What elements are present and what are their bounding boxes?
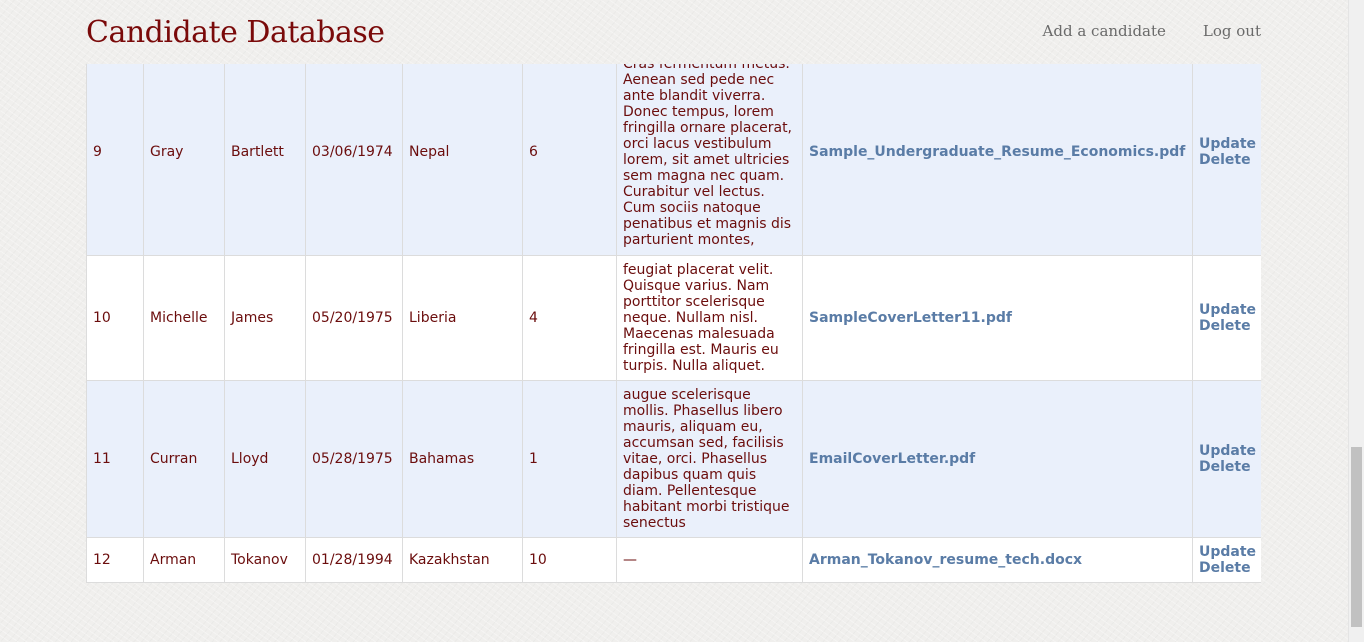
cell-file: Arman_Tokanov_resume_tech.docx xyxy=(802,537,1193,583)
cell-file: SampleCoverLetter11.pdf xyxy=(802,255,1193,381)
cell-dob: 05/20/1975 xyxy=(305,255,403,381)
cell-dob: 05/28/1975 xyxy=(305,380,403,538)
cell-experience: 1 xyxy=(522,380,617,538)
cell-country: Liberia xyxy=(402,255,523,381)
cell-id: 12 xyxy=(86,537,144,583)
cell-id: 11 xyxy=(86,380,144,538)
delete-link[interactable]: Delete xyxy=(1199,459,1255,475)
update-link[interactable]: Update xyxy=(1199,443,1256,459)
cell-bio: feugiat placerat velit. Quisque varius. … xyxy=(616,255,803,381)
update-link[interactable]: Update xyxy=(1199,136,1256,152)
candidates-table-viewport: 9 Gray Bartlett 03/06/1974 Nepal 6 Cras … xyxy=(86,64,1261,594)
cell-file: Sample_Undergraduate_Resume_Economics.pd… xyxy=(802,64,1193,256)
cell-actions: Update Delete xyxy=(1192,64,1261,256)
cell-experience: 6 xyxy=(522,64,617,256)
cell-first-name: Arman xyxy=(143,537,225,583)
logout-link[interactable]: Log out xyxy=(1203,22,1261,40)
cell-experience: 4 xyxy=(522,255,617,381)
candidates-table: 9 Gray Bartlett 03/06/1974 Nepal 6 Cras … xyxy=(86,64,1261,583)
table-row: 9 Gray Bartlett 03/06/1974 Nepal 6 Cras … xyxy=(86,64,1261,256)
page-header: Candidate Database Add a candidate Log o… xyxy=(0,0,1348,64)
table-row: 11 Curran Lloyd 05/28/1975 Bahamas 1 aug… xyxy=(86,380,1261,538)
cell-last-name: Lloyd xyxy=(224,380,306,538)
add-candidate-link[interactable]: Add a candidate xyxy=(1043,22,1166,40)
cell-id: 9 xyxy=(86,64,144,256)
vertical-scrollbar[interactable] xyxy=(1348,0,1364,642)
scrollbar-thumb[interactable] xyxy=(1351,447,1362,627)
cell-experience: 10 xyxy=(522,537,617,583)
cell-country: Bahamas xyxy=(402,380,523,538)
table-row: 10 Michelle James 05/20/1975 Liberia 4 f… xyxy=(86,255,1261,381)
cell-dob: 01/28/1994 xyxy=(305,537,403,583)
delete-link[interactable]: Delete xyxy=(1199,152,1255,168)
update-link[interactable]: Update xyxy=(1199,544,1256,560)
cell-bio: Cras fermentum metus. Aenean sed pede ne… xyxy=(616,64,803,256)
cell-id: 10 xyxy=(86,255,144,381)
cell-file: EmailCoverLetter.pdf xyxy=(802,380,1193,538)
cell-last-name: Tokanov xyxy=(224,537,306,583)
cell-first-name: Curran xyxy=(143,380,225,538)
cell-actions: Update Delete xyxy=(1192,255,1261,381)
resume-file-link[interactable]: Arman_Tokanov_resume_tech.docx xyxy=(809,552,1082,568)
cell-last-name: Bartlett xyxy=(224,64,306,256)
resume-file-link[interactable]: Sample_Undergraduate_Resume_Economics.pd… xyxy=(809,144,1185,160)
cell-bio: augue scelerisque mollis. Phasellus libe… xyxy=(616,380,803,538)
delete-link[interactable]: Delete xyxy=(1199,560,1255,576)
cell-actions: Update Delete xyxy=(1192,537,1261,583)
top-nav: Add a candidate Log out xyxy=(1043,22,1261,40)
resume-file-link[interactable]: EmailCoverLetter.pdf xyxy=(809,451,975,467)
cell-bio: — xyxy=(616,537,803,583)
cell-first-name: Gray xyxy=(143,64,225,256)
cell-country: Kazakhstan xyxy=(402,537,523,583)
table-row: 12 Arman Tokanov 01/28/1994 Kazakhstan 1… xyxy=(86,537,1261,583)
cell-country: Nepal xyxy=(402,64,523,256)
cell-dob: 03/06/1974 xyxy=(305,64,403,256)
cell-actions: Update Delete xyxy=(1192,380,1261,538)
delete-link[interactable]: Delete xyxy=(1199,318,1255,334)
cell-first-name: Michelle xyxy=(143,255,225,381)
update-link[interactable]: Update xyxy=(1199,302,1256,318)
page-title: Candidate Database xyxy=(86,15,385,50)
cell-last-name: James xyxy=(224,255,306,381)
resume-file-link[interactable]: SampleCoverLetter11.pdf xyxy=(809,310,1012,326)
